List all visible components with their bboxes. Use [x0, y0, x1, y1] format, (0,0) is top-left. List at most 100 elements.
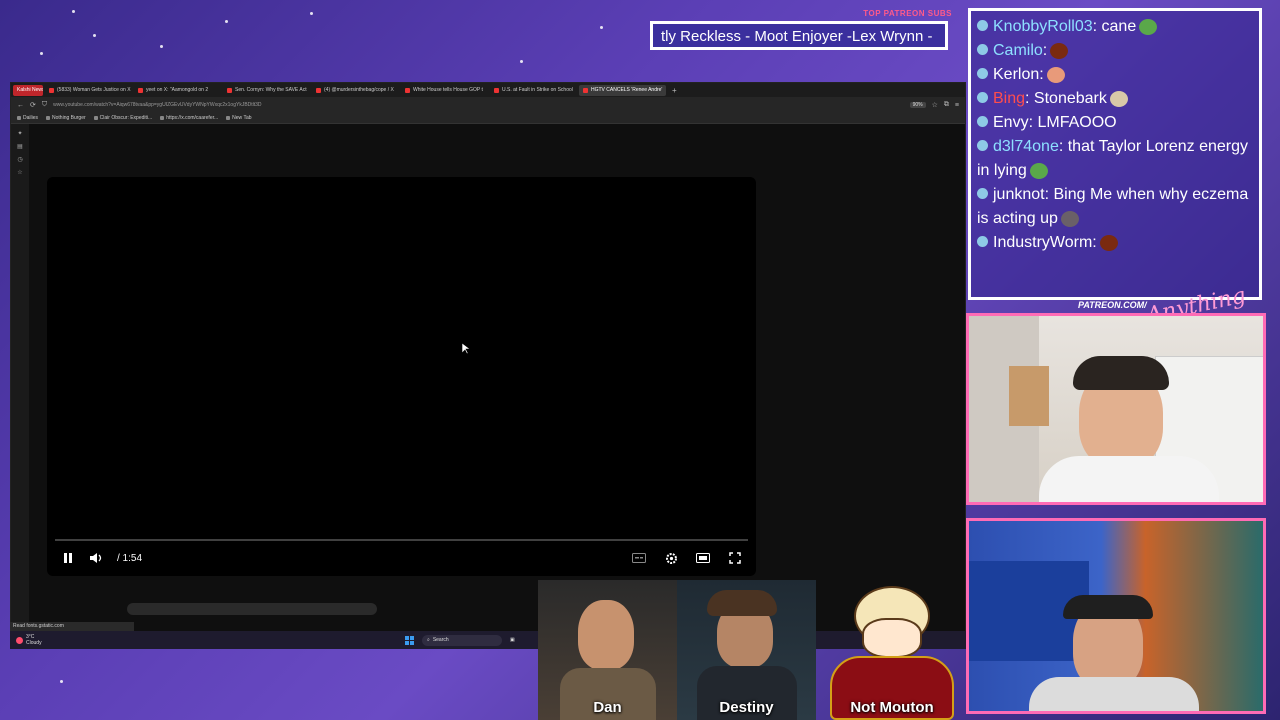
chat-username[interactable]: Kerlon: [993, 66, 1039, 83]
browser-tab[interactable]: Sen. Cornyn: Why the SAVE Act: [223, 85, 310, 96]
cam-destiny: Destiny: [677, 580, 816, 720]
browser-tab[interactable]: (4) @murdersinthebag/cope / X: [312, 85, 399, 96]
streamer-cam-2: [966, 518, 1266, 714]
tab-label: (4) @murdersinthebag/cope / X: [324, 87, 394, 93]
bookmark-favicon-icon: [17, 116, 21, 120]
shield-icon[interactable]: ⛉: [42, 101, 47, 109]
browser-tab[interactable]: Kalshi News: [13, 84, 43, 96]
browser-tab[interactable]: (5833) Woman Gets Justice on X: [45, 85, 132, 96]
chat-badge-icon: [977, 92, 988, 104]
chat-emote-icon: [1029, 162, 1048, 179]
tab-label: Sen. Cornyn: Why the SAVE Act: [235, 87, 307, 93]
bookmark-label: Nothing Burger: [52, 115, 86, 121]
chat-username[interactable]: Envy: [993, 114, 1029, 131]
top-patreon-label: TOP PATREON SUBS: [863, 9, 952, 18]
bookmark-star-icon[interactable]: ☆: [932, 101, 938, 109]
tab-favicon-icon: [227, 87, 232, 93]
cam-name-dan: Dan: [593, 699, 622, 716]
browser-tab[interactable]: yeet on X: "Aamongold on 2: [134, 85, 221, 96]
chat-text: : cane: [1092, 18, 1137, 35]
tab-bar: Kalshi News (5833) Woman Gets Justice on …: [11, 83, 965, 97]
browser-tab[interactable]: White House tells House GOP t: [401, 85, 488, 96]
url-input[interactable]: www.youtube.com/watch?v=Aiqw678tvaa&pp=y…: [53, 102, 903, 108]
chat-text: :: [1039, 66, 1044, 83]
tab-label: U.S. at Fault in Strike on School: [502, 87, 573, 93]
pause-icon[interactable]: [61, 551, 75, 565]
sidebar-library-icon[interactable]: ▤: [17, 143, 23, 150]
tab-label: Kalshi News: [17, 87, 43, 93]
chat-username[interactable]: junknot: [993, 186, 1045, 203]
chat-text: :: [1092, 234, 1097, 251]
bookmark-label: Clair Obscur: Expediti...: [99, 115, 153, 121]
chat-username[interactable]: Bing: [993, 90, 1025, 107]
patreon-ticker: tly Reckless - Moot Enjoyer -Lex Wrynn -: [650, 21, 948, 50]
chat-message: Bing: Stonebark: [977, 87, 1253, 111]
cam-name-mouton: Not Mouton: [850, 699, 934, 716]
tab-label: yeet on X: "Aamongold on 2: [146, 87, 209, 93]
weather-widget[interactable]: 3°C Cloudy: [10, 634, 42, 646]
chat-text: :: [1042, 42, 1048, 59]
chat-username[interactable]: Camilo: [993, 42, 1043, 59]
settings-gear-icon[interactable]: [664, 551, 678, 565]
chat-username[interactable]: d3l74one: [993, 138, 1059, 155]
bookmark-item[interactable]: Dailies: [17, 115, 38, 121]
menu-icon[interactable]: ≡: [955, 102, 959, 109]
chat-message: Kerlon:: [977, 63, 1253, 87]
volume-icon[interactable]: [89, 551, 103, 565]
bookmark-item[interactable]: Nothing Burger: [46, 115, 86, 121]
bookmark-favicon-icon: [46, 116, 51, 120]
tab-favicon-icon: [49, 87, 54, 93]
task-view-icon[interactable]: ▣: [510, 637, 515, 643]
sidebar-history-icon[interactable]: ◷: [17, 156, 22, 163]
browser-status: Read fonts.gstatic.com: [10, 622, 134, 631]
chat-emote-icon: [1109, 90, 1128, 107]
bookmark-item[interactable]: https://x.com/caarefer...: [160, 115, 218, 121]
chat-emote-icon: [1050, 42, 1069, 59]
tab-favicon-icon: [138, 87, 143, 93]
chat-badge-icon: [977, 188, 988, 200]
tab-label: White House tells House GOP t: [413, 87, 483, 93]
back-icon[interactable]: ←: [17, 102, 24, 109]
chat-text: : LMFAOOO: [1028, 114, 1117, 131]
tab-favicon-icon: [316, 87, 321, 93]
tab-label: (5833) Woman Gets Justice on X: [57, 87, 131, 93]
cam-dan: Dan: [538, 580, 677, 720]
browser-window: Kalshi News (5833) Woman Gets Justice on …: [10, 82, 966, 632]
chat-emote-icon: [1099, 234, 1118, 251]
new-tab-icon[interactable]: +: [668, 86, 681, 95]
video-time: / 1:54: [117, 552, 143, 564]
extensions-icon[interactable]: ⧉: [944, 101, 949, 109]
taskbar-search[interactable]: ⌕ Search: [422, 634, 502, 646]
bookmark-item[interactable]: Clair Obscur: Expediti...: [93, 115, 153, 121]
captions-icon[interactable]: [632, 551, 646, 565]
sidebar-add-icon[interactable]: ✦: [17, 130, 22, 137]
browser-tab[interactable]: U.S. at Fault in Strike on School: [490, 85, 577, 96]
zoom-indicator[interactable]: 90%: [909, 102, 926, 108]
video-progress-bar[interactable]: [55, 539, 748, 541]
address-bar: ← ⟳ ⛉ www.youtube.com/watch?v=Aiqw678tva…: [11, 97, 965, 113]
streamer-cam-1: [966, 313, 1266, 505]
video-player[interactable]: / 1:54: [47, 177, 756, 576]
windows-start-icon[interactable]: [405, 635, 414, 645]
chat-message: KnobbyRoll03: cane: [977, 15, 1253, 39]
chat-username[interactable]: KnobbyRoll03: [993, 18, 1093, 35]
bookmark-item[interactable]: New Tab: [226, 115, 252, 121]
bookmark-favicon-icon: [226, 116, 231, 120]
bookmark-label: Dailies: [23, 115, 39, 121]
chat-text: : Stonebark: [1025, 90, 1107, 107]
bookmark-label: https://x.com/caarefer...: [166, 115, 219, 121]
chat-username[interactable]: IndustryWorm: [993, 234, 1092, 251]
chat-emote-icon: [1060, 210, 1079, 227]
bookmark-label: New Tab: [232, 115, 252, 121]
browser-tab[interactable]: HGTV CANCELS 'Renee Andre': [579, 84, 666, 96]
video-controls: / 1:54: [55, 546, 748, 570]
sidebar-bookmarks-icon[interactable]: ☆: [17, 169, 22, 176]
fullscreen-icon[interactable]: [728, 551, 742, 565]
reload-icon[interactable]: ⟳: [30, 101, 36, 109]
theater-mode-icon[interactable]: [696, 551, 710, 565]
mouse-cursor-icon: [461, 340, 471, 359]
chat-badge-icon: [977, 236, 988, 248]
search-icon: ⌕: [427, 637, 430, 643]
tab-favicon-icon: [583, 87, 588, 93]
chat-panel: KnobbyRoll03: cane Camilo: Kerlon: Bing: St…: [968, 8, 1262, 300]
